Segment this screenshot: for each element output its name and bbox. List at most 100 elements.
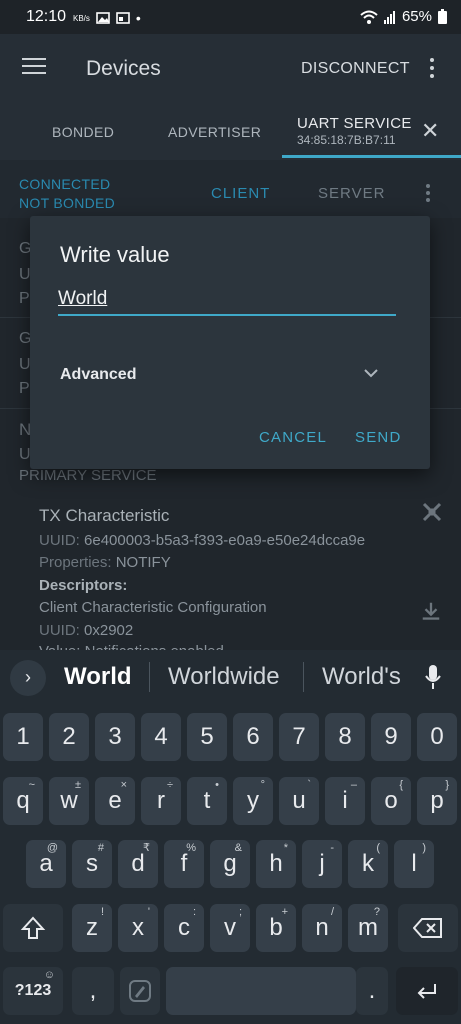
symbols-key[interactable]: ?123 ☺ <box>3 967 63 1015</box>
download-icon[interactable] <box>420 600 442 622</box>
chevron-down-icon[interactable] <box>362 366 380 380</box>
key-c[interactable]: c: <box>164 904 204 952</box>
properties-value: NOTIFY <box>115 554 171 571</box>
space-bar[interactable] <box>166 967 356 1015</box>
bond-state-label: NOT BONDED <box>19 195 116 211</box>
characteristic-uuid: UUID: 6e400003-b5a3-f393-e0a9-e50e24dcca… <box>39 532 365 549</box>
connection-status: CONNECTED NOT BONDED <box>19 175 115 213</box>
key-u[interactable]: u ` <box>279 777 319 825</box>
send-button[interactable]: SEND <box>355 429 401 446</box>
service-fragment: U <box>19 446 31 463</box>
key-8[interactable]: 8 <box>325 713 365 761</box>
key-o[interactable]: o{ <box>371 777 411 825</box>
gallery-icon <box>96 12 110 24</box>
tab-uart-service[interactable]: UART SERVICE <box>297 115 412 132</box>
service-fragment: U <box>19 266 31 283</box>
chevron-right-icon[interactable]: › <box>10 660 46 696</box>
key-1[interactable]: 1 <box>3 713 43 761</box>
key-k[interactable]: k( <box>348 840 388 888</box>
overflow-menu-icon[interactable] <box>430 58 436 82</box>
key-h[interactable]: h * <box>256 840 296 888</box>
key-4[interactable]: 4 <box>141 713 181 761</box>
key-j[interactable]: j- <box>302 840 342 888</box>
key-l[interactable]: l) <box>394 840 434 888</box>
handwriting-icon <box>129 980 151 1002</box>
battery-icon <box>438 9 447 24</box>
key-5[interactable]: 5 <box>187 713 227 761</box>
status-notification-icons: KB/s • <box>73 10 141 26</box>
divider <box>303 662 304 692</box>
microphone-icon[interactable] <box>424 664 442 690</box>
handwriting-key[interactable] <box>120 967 160 1015</box>
comma-key[interactable]: , <box>72 967 114 1015</box>
key-3[interactable]: 3 <box>95 713 135 761</box>
key-z[interactable]: z! <box>72 904 112 952</box>
key-f[interactable]: f% <box>164 840 204 888</box>
tab-indicator <box>282 155 461 158</box>
key-q[interactable]: q ~ <box>3 777 43 825</box>
service-fragment: P <box>19 290 30 307</box>
suggestion-3[interactable]: World's <box>322 663 401 691</box>
key-w[interactable]: w ± <box>49 777 89 825</box>
key-i[interactable]: i – <box>325 777 365 825</box>
descriptor-value-partial: Value: Notifications enabled <box>39 643 224 650</box>
primary-service-label: PRIMARY SERVICE <box>19 467 157 484</box>
connection-menu-icon[interactable] <box>426 184 430 205</box>
key-x[interactable]: x ' <box>118 904 158 952</box>
dot-icon: • <box>135 10 141 26</box>
divider <box>149 662 150 692</box>
key-p[interactable]: p} <box>417 777 457 825</box>
backspace-key[interactable] <box>398 904 458 952</box>
key-2[interactable]: 2 <box>49 713 89 761</box>
calendar-icon <box>116 12 130 24</box>
battery-percent: 65% <box>401 8 432 25</box>
menu-icon[interactable] <box>22 58 46 76</box>
period-key[interactable]: . <box>356 967 388 1015</box>
shift-icon <box>20 916 46 939</box>
key-d[interactable]: d ₹ <box>118 840 158 888</box>
advanced-toggle[interactable]: Advanced <box>60 366 136 384</box>
status-time: 12:10 <box>26 8 67 25</box>
value-input[interactable] <box>58 284 396 316</box>
key-r[interactable]: r ÷ <box>141 777 181 825</box>
suggestion-1[interactable]: World <box>64 663 132 691</box>
suggestion-2[interactable]: Worldwide <box>168 663 280 691</box>
key-v[interactable]: v; <box>210 904 250 952</box>
tab-bonded[interactable]: BONDED <box>52 124 114 140</box>
descriptor-uuid: UUID: 0x2902 <box>39 622 133 639</box>
desc-uuid-label: UUID: <box>39 622 80 639</box>
key-m[interactable]: m? <box>348 904 388 952</box>
key-b[interactable]: b + <box>256 904 296 952</box>
key-e[interactable]: e × <box>95 777 135 825</box>
key-s[interactable]: s # <box>72 840 112 888</box>
key-7[interactable]: 7 <box>279 713 319 761</box>
shift-key[interactable] <box>3 904 63 952</box>
uuid-value: 6e400003-b5a3-f393-e0a9-e50e24dcca9e <box>84 532 366 549</box>
key-y[interactable]: y ° <box>233 777 273 825</box>
key-n[interactable]: n / <box>302 904 342 952</box>
notifications-off-icon[interactable] <box>420 500 444 524</box>
cancel-button[interactable]: CANCEL <box>259 429 327 446</box>
close-icon[interactable]: ✕ <box>421 118 439 144</box>
key-t[interactable]: t • <box>187 777 227 825</box>
key-0[interactable]: 0 <box>417 713 457 761</box>
descriptors-heading: Descriptors: <box>39 577 128 594</box>
service-fragment: U <box>19 356 31 373</box>
enter-key[interactable] <box>396 967 458 1015</box>
client-tab[interactable]: CLIENT <box>211 185 270 202</box>
key-g[interactable]: g & <box>210 840 250 888</box>
wifi-icon <box>360 10 378 24</box>
key-9[interactable]: 9 <box>371 713 411 761</box>
characteristic-name[interactable]: TX Characteristic <box>39 506 169 526</box>
key-6[interactable]: 6 <box>233 713 273 761</box>
tab-advertiser[interactable]: ADVERTISER <box>168 124 261 140</box>
server-tab[interactable]: SERVER <box>318 185 385 202</box>
connected-label: CONNECTED <box>19 176 111 192</box>
characteristic-properties: Properties: NOTIFY <box>39 554 171 571</box>
descriptor-name: Client Characteristic Configuration <box>39 599 267 616</box>
tab-uart-address: 34:85:18:7B:B7:11 <box>297 133 396 147</box>
desc-uuid-value: 0x2902 <box>84 622 134 639</box>
backspace-icon <box>412 918 442 938</box>
disconnect-button[interactable]: DISCONNECT <box>301 60 410 78</box>
key-a[interactable]: a @ <box>26 840 66 888</box>
